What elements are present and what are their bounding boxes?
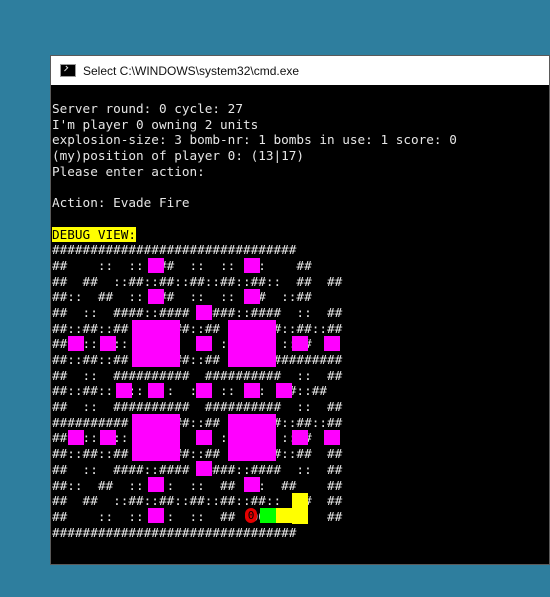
- console-line: Server round: 0 cycle: 27: [52, 101, 243, 116]
- map-row: ########## ##::## ##::##::##: [52, 414, 343, 430]
- console-line: (my)position of player 0: (13|17): [52, 148, 305, 164]
- map-row: ## :: ########## ########## :: ##: [52, 399, 343, 415]
- explosion-tile: [148, 508, 164, 524]
- cmd-window: Select C:\WINDOWS\system32\cmd.exe Serve…: [50, 55, 550, 565]
- explosion-tile: [244, 258, 260, 274]
- explosion-tile: [292, 336, 308, 352]
- explosion-tile: [244, 477, 260, 493]
- map-row: ## ## ::##::##::##::##::##:: ## ##: [52, 273, 343, 289]
- explosion-tile: [68, 430, 84, 446]
- explosion-tile: [196, 430, 212, 446]
- console-line: Please enter action:: [52, 163, 205, 179]
- debug-view-line: DEBUG VIEW:: [52, 226, 549, 243]
- debug-map: ################################ ## :: :…: [52, 242, 549, 540]
- map-row: ##:: ## :: ## :: :: ## ::##: [52, 289, 312, 305]
- explosion-tile: [244, 289, 260, 305]
- window-title: Select C:\WINDOWS\system32\cmd.exe: [83, 63, 300, 78]
- cmd-icon: [60, 64, 76, 77]
- explosion-tile: [148, 477, 164, 493]
- explosion-tile: [196, 336, 212, 352]
- explosion-tile: [324, 430, 340, 446]
- explosion-tile: [196, 461, 212, 477]
- explosion-tile: [68, 336, 84, 352]
- console-line: I'm player 0 owning 2 units: [52, 116, 259, 132]
- explosion-block: [228, 320, 276, 368]
- map-row: ##::##::## ##::## ##::##::##: [52, 320, 343, 336]
- title-bar[interactable]: Select C:\WINDOWS\system32\cmd.exe: [51, 56, 549, 85]
- explosion-tile: [244, 383, 260, 399]
- explosion-tile: [324, 336, 340, 352]
- explosion-tile: [292, 430, 308, 446]
- explosion-tile: [148, 383, 164, 399]
- explosion-block: [132, 414, 180, 462]
- explosion-tile: [148, 258, 164, 274]
- map-row: ################################: [52, 524, 297, 540]
- explosion-tile: [196, 305, 212, 321]
- explosion-block: [228, 414, 276, 462]
- map-row: ################################: [52, 242, 297, 258]
- console-output: Server round: 0 cycle: 27 I'm player 0 o…: [52, 101, 549, 540]
- console-line: Action: Evade Fire: [52, 195, 190, 211]
- debug-view-label: DEBUG VIEW:: [52, 226, 137, 242]
- console-line: explosion-size: 3 bomb-nr: 1 bombs in us…: [52, 132, 457, 148]
- explosion-tile: [148, 289, 164, 305]
- map-row: ##:: ## :: :: :: ## :: ## ##: [52, 477, 343, 493]
- player-marker: 0: [245, 508, 257, 524]
- map-row: ## :: ########## ########## :: ##: [52, 367, 343, 383]
- map-row: ##::##::## ##::## ##::## ##: [52, 446, 343, 462]
- unit-tile: [260, 508, 276, 524]
- map-row: ##::##::## ##::## ##########: [52, 352, 343, 367]
- explosion-tile: [196, 383, 212, 399]
- explosion-tile: [100, 336, 116, 352]
- map-row: ## :: ####::#### ####::#### :: ##: [52, 304, 343, 320]
- explosion-tile: [116, 383, 132, 399]
- explosion-tile: [100, 430, 116, 446]
- map-row: ## :: :: ## :: :: :: ##: [52, 257, 312, 273]
- map-row: ## :: ####::#### ####::#### :: ##: [52, 461, 343, 477]
- explosion-block: [132, 320, 180, 368]
- explosion-tile: [276, 383, 292, 399]
